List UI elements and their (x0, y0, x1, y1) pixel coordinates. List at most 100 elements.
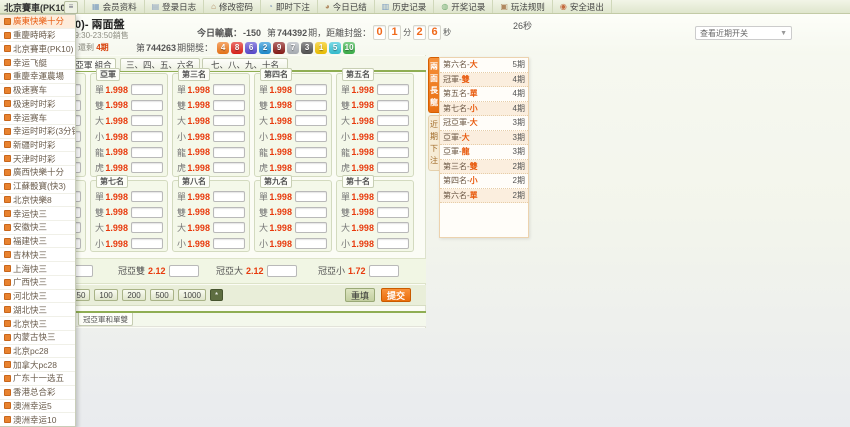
bet-type-label: 單 (95, 190, 105, 203)
bet-amount-input[interactable] (295, 131, 327, 142)
sidebar-item[interactable]: 上海快三 (0, 262, 75, 276)
sidebar-item-label: 北京快三 (13, 318, 47, 330)
sidebar-item[interactable]: 北京快樂8 (0, 194, 75, 208)
bet-amount-input[interactable] (377, 207, 409, 218)
bet-amount-input[interactable] (131, 100, 163, 111)
sidebar-item[interactable]: 安徽快三 (0, 221, 75, 235)
bet-amount-input[interactable] (213, 222, 245, 233)
bet-amount-input[interactable] (377, 162, 409, 173)
tab-recent-bets[interactable]: 近期下注 (428, 115, 439, 171)
bet-amount-input[interactable] (131, 238, 163, 249)
sidebar-item[interactable]: 香港总合彩 (0, 386, 75, 400)
toolbar-button-draw-records[interactable]: ◍开奖记录 (434, 0, 493, 13)
sidebar-item[interactable]: 吉林快三 (0, 248, 75, 262)
sidebar-item[interactable]: 江蘇骰寶(快3) (0, 180, 75, 194)
bet-row: 小1.998 (259, 236, 327, 252)
sidebar-item[interactable]: 北京快三 (0, 317, 75, 331)
sidebar-item[interactable]: 天津时时彩 (0, 152, 75, 166)
sidebar-item[interactable]: 重慶時時彩 (0, 29, 75, 43)
toolbar-button-history[interactable]: ▥历史记录 (375, 0, 435, 13)
view-recent-draws-toggle[interactable]: 查看近期开关 ▼ (695, 26, 792, 40)
sidebar-item[interactable]: 河北快三 (0, 290, 75, 304)
sum-bet-amount-input[interactable] (169, 265, 199, 277)
sidebar-item[interactable]: 幸运快三 (0, 207, 75, 221)
sum-bet-amount-input[interactable] (369, 265, 399, 277)
sidebar-item[interactable]: 澳洲幸运5 (0, 400, 75, 414)
chip-500[interactable]: 500 (150, 289, 174, 301)
sum-bet-amount-input[interactable] (267, 265, 297, 277)
reset-button[interactable]: 重填 (345, 288, 375, 302)
sidebar-item[interactable]: 幸运时时彩(3分钟) (0, 125, 75, 139)
chip-100[interactable]: 100 (94, 289, 118, 301)
sidebar-item[interactable]: 新疆时时彩 (0, 139, 75, 153)
bet-amount-input[interactable] (295, 115, 327, 126)
bet-amount-input[interactable] (213, 238, 245, 249)
chip-1000[interactable]: 1000 (178, 289, 206, 301)
sidebar-item[interactable]: 极速赛车 (0, 84, 75, 98)
game-menu-icon[interactable]: ≡ (64, 1, 78, 14)
bet-amount-input[interactable] (131, 115, 163, 126)
bet-amount-input[interactable] (295, 238, 327, 249)
submit-button[interactable]: 提交 (381, 288, 411, 302)
bet-amount-input[interactable] (131, 222, 163, 233)
bet-amount-input[interactable] (131, 84, 163, 95)
bet-amount-input[interactable] (295, 191, 327, 202)
sidebar-item[interactable]: 重慶幸運農場 (0, 70, 75, 84)
toolbar-button-today-settled[interactable]: ◕今日已结 (318, 0, 375, 13)
sidebar-item[interactable]: 廣西快樂十分 (0, 166, 75, 180)
bet-amount-input[interactable] (377, 147, 409, 158)
sidebar-item[interactable]: 内蒙古快三 (0, 331, 75, 345)
bet-amount-input[interactable] (295, 162, 327, 173)
bet-amount-input[interactable] (131, 131, 163, 142)
bet-amount-input[interactable] (213, 115, 245, 126)
bet-amount-input[interactable] (295, 100, 327, 111)
sidebar-item[interactable]: 福建快三 (0, 235, 75, 249)
bet-amount-input[interactable] (377, 84, 409, 95)
tab-sum-odd-even[interactable]: 冠亞軍和單雙 (78, 313, 133, 326)
bet-odds: 1.998 (351, 100, 377, 110)
bet-amount-input[interactable] (213, 191, 245, 202)
bet-amount-input[interactable] (213, 100, 245, 111)
sidebar-item[interactable]: 廣東快樂十分 (0, 15, 75, 29)
bet-amount-input[interactable] (213, 162, 245, 173)
toolbar-button-rules[interactable]: ▣玩法规则 (493, 0, 553, 13)
current-period-line: 今日輸贏：-150 第744392期，距離封盤： 01分26秒 (197, 25, 452, 40)
bet-amount-input[interactable] (377, 191, 409, 202)
sidebar-item[interactable]: 极速时时彩 (0, 97, 75, 111)
bet-amount-input[interactable] (131, 162, 163, 173)
sidebar-item[interactable]: 加拿大pc28 (0, 358, 75, 372)
bet-amount-input[interactable] (213, 147, 245, 158)
sidebar-item[interactable]: 北京pc28 (0, 345, 75, 359)
sidebar-item[interactable]: 澳洲幸运10 (0, 413, 75, 426)
bet-amount-input[interactable] (295, 84, 327, 95)
bet-amount-input[interactable] (377, 238, 409, 249)
sidebar-item[interactable]: 广西快三 (0, 276, 75, 290)
toolbar-button-login-log[interactable]: ▤登录日志 (145, 0, 205, 13)
bet-amount-input[interactable] (131, 207, 163, 218)
bet-amount-input[interactable] (131, 191, 163, 202)
bet-amount-input[interactable] (295, 207, 327, 218)
bet-amount-input[interactable] (213, 207, 245, 218)
bet-amount-input[interactable] (377, 131, 409, 142)
chip-custom[interactable]: * (210, 289, 223, 301)
bet-amount-input[interactable] (377, 222, 409, 233)
toolbar-button-member[interactable]: ▦会员资料 (84, 0, 145, 13)
tab-two-side-streak[interactable]: 兩面長龍 (428, 57, 439, 113)
sidebar-item[interactable]: 北京賽車(PK10) (0, 42, 75, 56)
bet-amount-input[interactable] (377, 100, 409, 111)
bet-amount-input[interactable] (213, 84, 245, 95)
chip-200[interactable]: 200 (122, 289, 146, 301)
bet-amount-input[interactable] (377, 115, 409, 126)
sidebar-item[interactable]: 湖北快三 (0, 303, 75, 317)
toolbar-button-password[interactable]: ⌂修改密码 (204, 0, 261, 13)
toolbar-button-live-bets[interactable]: ◔即时下注 (261, 0, 318, 13)
bet-amount-input[interactable] (131, 147, 163, 158)
toolbar-button-logout[interactable]: ◉安全退出 (553, 0, 612, 13)
sidebar-item[interactable]: 幸运赛车 (0, 111, 75, 125)
bet-amount-input[interactable] (213, 131, 245, 142)
bet-amount-input[interactable] (295, 222, 327, 233)
bet-amount-input[interactable] (295, 147, 327, 158)
sidebar-item-label: 河北快三 (13, 290, 47, 302)
sidebar-item[interactable]: 广东十一选五 (0, 372, 75, 386)
sidebar-item[interactable]: 幸运飞艇 (0, 56, 75, 70)
